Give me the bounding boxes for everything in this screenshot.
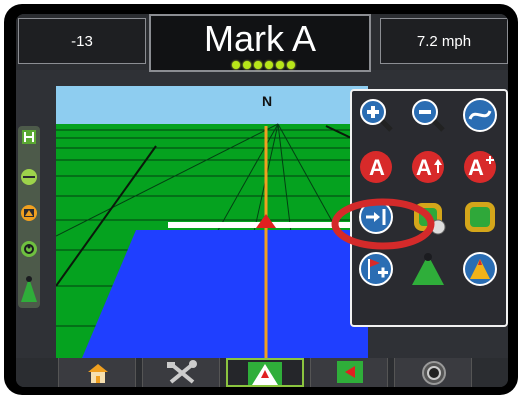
sidebar [18,126,40,308]
speed-value: 7.2 mph [416,32,472,50]
mark-b-icon[interactable]: A [410,149,446,185]
mark-a-icon[interactable]: A [358,149,394,185]
cross-track-error-value: -13 [71,32,93,50]
guideline-name: Mark A [203,18,317,59]
flag-icon [337,361,363,383]
boundary-icon[interactable] [462,199,498,235]
vehicle-icon[interactable] [20,274,38,304]
bottom-nav [16,358,508,387]
led-dot [253,61,262,69]
guideline-name-box[interactable]: Mark A [149,14,371,72]
cross-track-error-box[interactable]: -13 [18,18,146,64]
guidance-tab[interactable] [226,358,304,387]
led-dot [242,61,251,69]
speed-box[interactable]: 7.2 mph [380,18,508,64]
curve-line-icon[interactable] [462,97,498,133]
vehicle-view-icon[interactable] [410,251,446,287]
led-dot [231,61,240,69]
svg-text:A: A [369,155,385,180]
highlight-ring [331,198,435,250]
zoom-out-icon[interactable] [410,97,446,133]
guidance-map[interactable]: N [56,86,368,358]
tools-icon [167,360,197,384]
console-bezel: -13 Mark A 7.2 mph N A A A [4,4,518,395]
lightbar-leds [231,61,295,71]
perspective-view-icon[interactable] [462,251,498,287]
camera-tab[interactable] [394,358,472,387]
guidance-icon [248,362,282,385]
boundary-icon[interactable] [20,240,38,258]
svg-text:A: A [416,155,432,180]
tools-tab[interactable] [142,358,220,387]
poi-add-icon[interactable] [358,251,394,287]
lightbar-icon[interactable] [20,168,38,186]
sky [56,86,368,124]
led-dot [264,61,273,69]
home-tab[interactable] [58,358,136,387]
led-dot [286,61,295,69]
screen: -13 Mark A 7.2 mph N A A A [16,14,508,387]
camera-icon [422,361,446,385]
guidance-mode-icon[interactable] [20,128,38,146]
a-plus-nudge-icon[interactable]: A [462,149,498,185]
zoom-in-icon[interactable] [358,97,394,133]
screen-toggle-icon[interactable] [20,204,38,222]
vehicle-tab[interactable] [310,358,388,387]
compass-north: N [262,93,272,109]
home-icon [88,364,108,383]
status-bar: -13 Mark A 7.2 mph [16,14,508,72]
led-dot [275,61,284,69]
svg-text:A: A [468,155,484,180]
